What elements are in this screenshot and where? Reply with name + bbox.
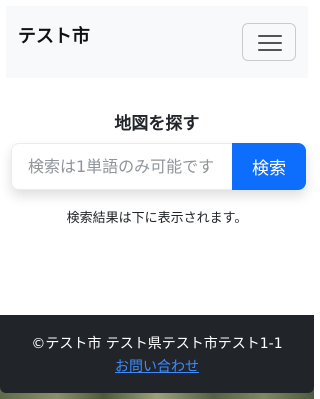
search-input[interactable]	[11, 143, 232, 190]
search-group: 検索	[11, 143, 306, 190]
navbar-toggler-button[interactable]	[242, 23, 296, 61]
navbar: テスト市	[6, 6, 308, 78]
brand-name[interactable]: テスト市	[18, 26, 90, 48]
footer-copyright: ©テスト市 テスト県テスト市テスト1-1	[31, 336, 283, 352]
search-button[interactable]: 検索	[232, 143, 306, 190]
page-heading: 地図を探す	[114, 114, 200, 134]
contact-link[interactable]: お問い合わせ	[115, 359, 199, 375]
search-result-message: 検索結果は下に表示されます。	[66, 211, 248, 226]
footer: ©テスト市 テスト県テスト市テスト1-1 お問い合わせ	[0, 315, 314, 393]
